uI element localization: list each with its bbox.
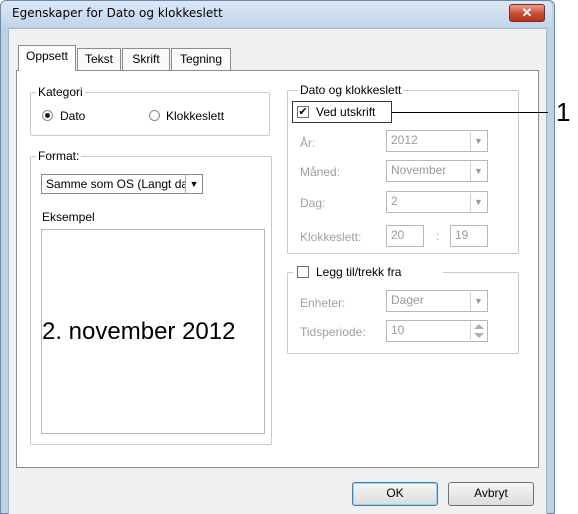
period-value: 10 [391, 323, 405, 337]
sample-label: Eksempel [42, 210, 95, 224]
cancel-button[interactable]: Avbryt [448, 482, 534, 506]
minute-value: 19 [455, 228, 469, 242]
time-label: Klokkeslett: [300, 230, 362, 244]
chevron-down-icon: ▼ [470, 193, 486, 212]
day-label: Dag: [300, 196, 326, 210]
radio-klokkeslett-label[interactable]: Klokkeslett [166, 109, 224, 123]
tab-skrift[interactable]: Skrift [122, 48, 170, 70]
checkbox-icon[interactable] [297, 266, 309, 278]
hour-value: 20 [391, 228, 405, 242]
day-value: 2 [391, 194, 398, 208]
radio-icon[interactable] [149, 110, 160, 121]
format-select-value: Samme som OS (Langt da [46, 177, 189, 191]
offset-checkbox-label[interactable]: Legg til/trekk fra [316, 265, 401, 279]
print-checkbox-label[interactable]: Ved utskrift [316, 105, 375, 119]
year-value: 2012 [391, 133, 418, 147]
hour-field: 20 [386, 225, 424, 247]
chevron-down-icon[interactable]: ▼ [185, 175, 202, 193]
ok-button[interactable]: OK [352, 482, 438, 506]
datetime-label: Dato og klokkeslett [298, 83, 404, 97]
close-icon: ✕ [521, 5, 533, 20]
month-label: Måned: [300, 165, 341, 179]
tab-label: Oppsett [25, 49, 69, 63]
sample-value: 2. november 2012 [42, 318, 236, 345]
radio-dato-label[interactable]: Dato [60, 109, 85, 123]
tab-oppsett[interactable]: Oppsett [18, 45, 76, 71]
year-label: År: [300, 136, 316, 150]
chevron-down-icon: ▼ [470, 292, 486, 311]
callout-number: 1 [556, 97, 571, 127]
chevron-down-icon: ▼ [470, 162, 486, 181]
tab-tekst[interactable]: Tekst [77, 48, 121, 70]
unit-value: Dager [391, 293, 424, 307]
time-separator: : [436, 229, 440, 243]
tab-tegning[interactable]: Tegning [171, 48, 231, 70]
format-label: Format: [36, 149, 82, 163]
kategori-label: Kategori [36, 85, 85, 99]
tab-label: Tegning [179, 52, 223, 66]
radio-icon[interactable] [42, 110, 53, 121]
format-select[interactable]: Samme som OS (Langt da [41, 174, 203, 194]
close-button[interactable]: ✕ [509, 4, 545, 22]
checkbox-icon[interactable]: ✔ [297, 106, 309, 118]
tab-label: Skrift [132, 52, 160, 66]
ok-button-label: OK [386, 486, 404, 500]
spinner-icon [470, 322, 486, 340]
unit-label: Enheter: [300, 296, 346, 310]
period-label: Tidsperiode: [300, 325, 366, 339]
month-value: November [391, 163, 447, 177]
cancel-button-label: Avbryt [474, 486, 508, 500]
tab-label: Tekst [84, 52, 113, 66]
chevron-down-icon: ▼ [470, 132, 486, 151]
callout-line [392, 112, 548, 113]
window-title: Egenskaper for Dato og klokkeslett [12, 6, 223, 20]
minute-field: 19 [450, 225, 488, 247]
